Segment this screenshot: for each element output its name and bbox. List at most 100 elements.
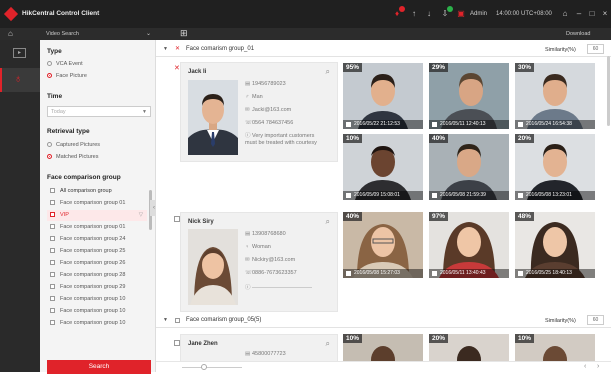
checkbox[interactable] <box>50 320 55 326</box>
match-thumbnail[interactable]: 20% 2016/05/08 13:23:01 <box>515 134 595 200</box>
minimize-icon[interactable]: – <box>574 9 584 19</box>
thumbnail-checkbox[interactable] <box>518 193 523 198</box>
thumbnail-checkbox[interactable] <box>518 271 523 276</box>
match-thumbnail[interactable]: 40% 2016/05/08 21:59:39 <box>429 134 509 200</box>
zoom-slider-track[interactable] <box>182 367 242 368</box>
match-thumbnail[interactable]: 40% 2016/05/08 15:27:03 <box>343 212 423 278</box>
group-item[interactable]: Face comparison group 01 <box>47 222 147 233</box>
checkbox[interactable] <box>50 260 55 266</box>
results-scrollbar[interactable] <box>607 56 610 126</box>
radio-dot-selected[interactable] <box>47 154 52 160</box>
chevron-down-icon[interactable]: ⌄ <box>146 30 151 37</box>
note-empty-line <box>252 287 312 289</box>
similarity-value-box[interactable]: 60 <box>587 315 604 325</box>
match-thumbnail[interactable]: 20% <box>429 334 509 361</box>
checkbox[interactable] <box>50 200 55 206</box>
grid-view-icon[interactable]: ⊞ <box>180 28 188 39</box>
clock-text: 14:00:00 UTC+08:00 <box>496 11 552 17</box>
similarity-badge: 48% <box>515 212 535 221</box>
chevron-left-icon[interactable]: ‹ <box>584 363 586 370</box>
collapse-triangle-icon[interactable]: ▼ <box>163 317 168 323</box>
person-gender: ♂ Man <box>245 94 263 100</box>
match-thumbnail[interactable]: 29% 2016/05/11 12:40:13 <box>429 63 509 129</box>
group-item[interactable]: Face comparison group 10 <box>47 294 147 305</box>
group-item[interactable]: Face comparison group 10 <box>47 318 147 329</box>
collapse-triangle-icon[interactable]: ▼ <box>163 46 168 52</box>
monitor-icon[interactable]: ▸ <box>13 48 26 58</box>
gender-icon: ♀ <box>245 244 250 250</box>
user-name[interactable]: Admin <box>470 11 487 17</box>
group-item-selected[interactable]: VIP ▽ <box>47 210 147 221</box>
thumbnail-checkbox[interactable] <box>346 122 351 127</box>
radio-dot-selected[interactable] <box>47 73 52 79</box>
match-thumbnail[interactable]: 48% 2016/05/25 18:40:13 <box>515 212 595 278</box>
group-item[interactable]: Face comparison group 29 <box>47 282 147 293</box>
similarity-value-box[interactable]: 60 <box>587 44 604 54</box>
person-id: ▤ 45800077723 <box>245 351 286 357</box>
person-email: ✉ Jacki@163.com <box>245 107 292 113</box>
home-icon[interactable]: ⌂ <box>8 29 13 38</box>
checkbox[interactable] <box>50 308 55 314</box>
download-icon[interactable]: ↓ <box>424 9 434 19</box>
lock-icon[interactable]: ⌂ <box>560 9 570 19</box>
match-thumbnail[interactable]: 95% 2016/05/22 21:12:53 <box>343 63 423 129</box>
group-item[interactable]: Face comparison group 28 <box>47 270 147 281</box>
group-item[interactable]: Face comparison group 10 <box>47 306 147 317</box>
group-all[interactable]: All comparison group <box>47 186 147 197</box>
thumbnail-checkbox[interactable] <box>432 122 437 127</box>
checkbox[interactable] <box>50 272 55 278</box>
radio-captured-pictures[interactable]: Captured Pictures <box>47 142 100 148</box>
tab-video-search[interactable]: Video Search <box>46 31 79 37</box>
chevron-right-icon[interactable]: › <box>597 363 599 370</box>
thumbnail-checkbox[interactable] <box>432 193 437 198</box>
checkbox[interactable] <box>50 212 55 218</box>
thumbnail-checkbox[interactable] <box>346 271 351 276</box>
checkbox[interactable] <box>50 188 55 194</box>
checkbox[interactable] <box>50 236 55 242</box>
checkbox[interactable] <box>50 296 55 302</box>
search-icon[interactable]: ⌕ <box>326 67 330 77</box>
tab-bar: ⌂ Video Search ⌄ ⊞ Download <box>0 28 611 40</box>
capture-time: 2016/05/11 12:40:13 <box>429 120 509 129</box>
group-checkbox[interactable]: ✕ <box>175 45 180 52</box>
radio-dot[interactable] <box>47 142 52 148</box>
filter-icon[interactable]: ▽ <box>139 210 143 221</box>
radio-vca-event[interactable]: VCA Event <box>47 61 83 67</box>
mail-icon: ✉ <box>245 257 250 263</box>
lightbulb-icon[interactable]: ♁ <box>14 73 22 85</box>
capture-time: 2016/05/08 15:27:03 <box>343 269 423 278</box>
checkbox[interactable] <box>50 224 55 230</box>
match-thumbnail[interactable]: 30% 2016/05/24 16:54:38 <box>515 63 595 129</box>
search-icon[interactable]: ⌕ <box>326 339 330 349</box>
thumbnail-checkbox[interactable] <box>518 122 523 127</box>
match-thumbnail[interactable]: 97% 2016/05/11 13:40:43 <box>429 212 509 278</box>
group-item[interactable]: Face comparison group 24 <box>47 234 147 245</box>
radio-dot[interactable] <box>47 61 52 67</box>
thumbnail-checkbox[interactable] <box>432 271 437 276</box>
group-item[interactable]: Face comparison group 25 <box>47 246 147 257</box>
group-title: Face comarism group_05(5) <box>186 317 262 323</box>
zoom-slider-handle[interactable] <box>201 364 207 370</box>
close-icon[interactable]: × <box>600 9 610 19</box>
capture-time: 2016/05/22 21:12:53 <box>343 120 423 129</box>
record-icon[interactable]: ▣ <box>456 9 466 19</box>
search-icon[interactable]: ⌕ <box>326 217 330 227</box>
checkbox[interactable] <box>50 284 55 290</box>
upload-icon[interactable]: ↑ <box>409 9 419 19</box>
group-checkbox[interactable] <box>175 318 180 323</box>
radio-matched-pictures[interactable]: Matched Pictures <box>47 154 99 160</box>
time-select[interactable]: Today ▼ <box>47 106 151 117</box>
match-thumbnail[interactable]: 10% <box>515 334 595 361</box>
type-title: Type <box>47 48 62 55</box>
group-item[interactable]: Face comparison group 01 <box>47 198 147 209</box>
radio-face-picture[interactable]: Face Picture <box>47 73 87 79</box>
maximize-icon[interactable]: □ <box>587 9 597 19</box>
match-thumbnail[interactable]: 10% <box>343 334 423 361</box>
match-thumbnail[interactable]: 10% 2016/05/09 15:08:01 <box>343 134 423 200</box>
capture-time: 2016/05/09 15:08:01 <box>343 191 423 200</box>
download-link[interactable]: Download <box>566 31 590 37</box>
mail-icon: ✉ <box>245 107 250 113</box>
group-item[interactable]: Face comparison group 26 <box>47 258 147 269</box>
checkbox[interactable] <box>50 248 55 254</box>
thumbnail-checkbox[interactable] <box>346 193 351 198</box>
